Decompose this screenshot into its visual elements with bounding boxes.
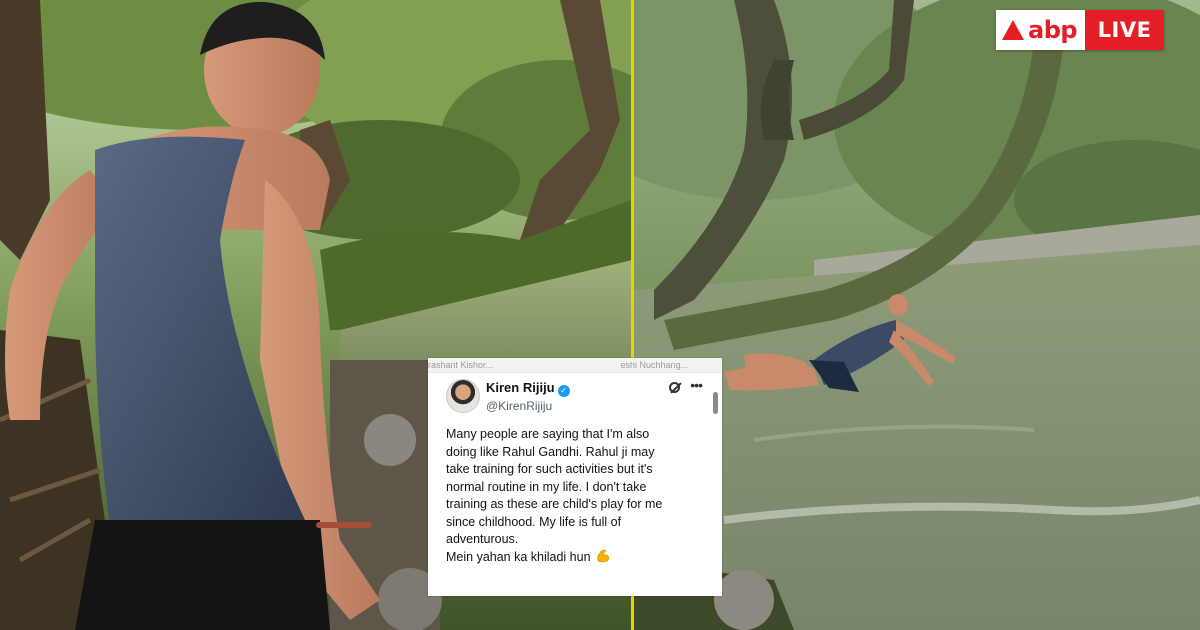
tweet-line: normal routine in my life. I don't take bbox=[446, 479, 647, 494]
tweet-line: adventurous. bbox=[446, 532, 519, 546]
flexed-biceps-icon bbox=[596, 549, 609, 562]
tweet-line: Many people are saying that I'm also bbox=[446, 427, 650, 441]
abp-brand-text: abp bbox=[1028, 16, 1078, 44]
tweet-line: training as these are child's play for m… bbox=[446, 497, 663, 511]
abp-brand: abp bbox=[996, 10, 1086, 50]
more-options-icon[interactable]: ••• bbox=[690, 377, 703, 393]
tweet-top-strip: rashant Kishor... eshi Nuchhang... bbox=[428, 358, 722, 373]
tweet-line: take training for such activities but it… bbox=[446, 462, 653, 476]
tweet-line-text: Mein yahan ka khiladi hun bbox=[446, 549, 591, 564]
author-handle[interactable]: @KirenRijiju bbox=[486, 399, 570, 413]
strip-left-text: rashant Kishor... bbox=[428, 360, 494, 370]
scrollbar-thumb[interactable] bbox=[713, 392, 718, 414]
tweet-body: Many people are saying that I'm also doi… bbox=[446, 426, 708, 566]
tweet-header: Kiren Rijiju ✓ @KirenRijiju ••• bbox=[428, 373, 722, 413]
tweet-line: since childhood. My life is full of bbox=[446, 514, 622, 529]
tweet-line-last: Mein yahan ka khiladi hun bbox=[446, 549, 708, 567]
tweet-card: rashant Kishor... eshi Nuchhang... Kiren… bbox=[428, 358, 722, 596]
strip-right-text: eshi Nuchhang... bbox=[620, 360, 688, 370]
live-tag: LIVE bbox=[1085, 10, 1164, 50]
grok-icon[interactable] bbox=[669, 382, 680, 393]
verified-badge-icon: ✓ bbox=[557, 385, 570, 397]
abp-live-logo: abp LIVE bbox=[996, 10, 1164, 50]
abp-triangle-icon bbox=[1002, 20, 1024, 40]
tweet-line: doing like Rahul Gandhi. Rahul ji may bbox=[446, 444, 655, 459]
avatar[interactable] bbox=[446, 379, 480, 413]
author-block: Kiren Rijiju ✓ @KirenRijiju bbox=[486, 379, 570, 413]
author-display-name[interactable]: Kiren Rijiju bbox=[486, 380, 555, 395]
